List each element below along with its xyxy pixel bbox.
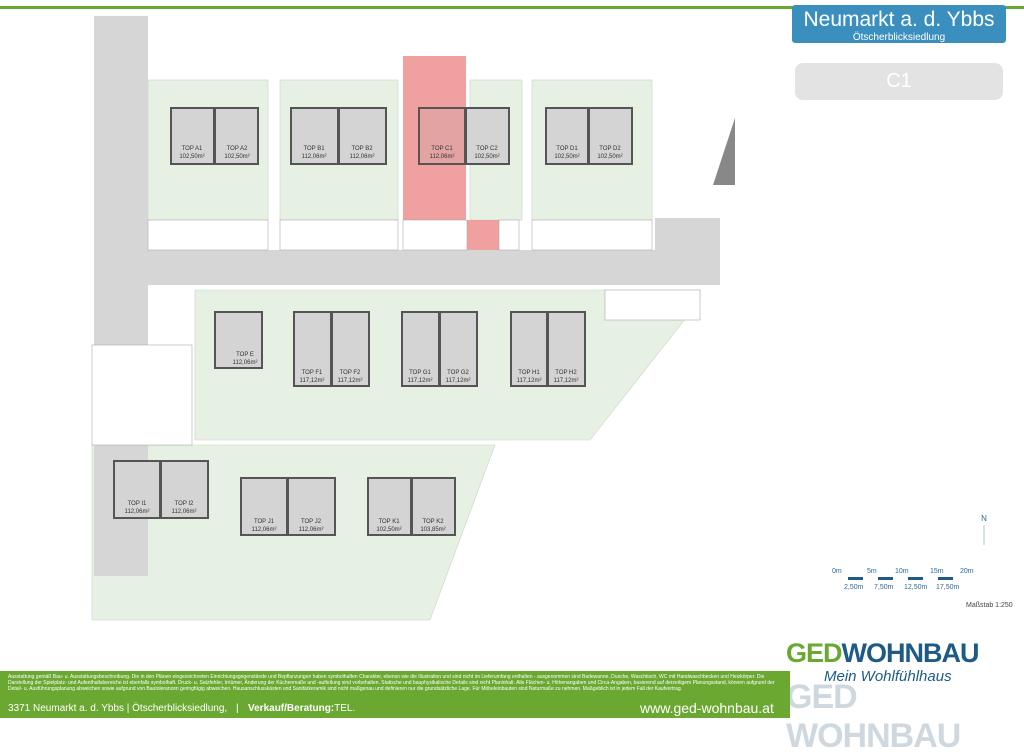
footer-phone: TEL. 0664/2668066 (334, 703, 399, 733)
unit-label: TOP I1 (128, 501, 147, 507)
unit-area: 112,06m² (350, 154, 375, 160)
neighbor-building (713, 118, 735, 185)
footer-address: 3371 Neumarkt a. d. Ybbs | Ötscherblicks… (8, 703, 228, 714)
scale-label: 0m (832, 568, 842, 575)
unit-area: 102,50m² (554, 154, 579, 160)
unit-area: 112,06m² (125, 509, 150, 515)
unit-label: TOP F1 (302, 370, 323, 376)
unit-area: 102,50m² (474, 154, 499, 160)
north-arrow-icon: N (981, 514, 987, 545)
footer-info: 3371 Neumarkt a. d. Ybbs | Ötscherblicks… (0, 699, 790, 733)
scale-label: 10m (895, 568, 909, 575)
unit-label: TOP D2 (599, 146, 621, 152)
unit-area: 102,50m² (597, 154, 622, 160)
unit-area: 117,12m² (554, 378, 579, 384)
brand-wohnbau: WOHNBAU (841, 638, 980, 668)
brand-name: GEDWOHNBAU (786, 638, 979, 669)
unit-label: TOP H1 (518, 370, 540, 376)
scale-label: 2,50m (844, 584, 864, 591)
unit-label: TOP G1 (409, 370, 431, 376)
unit-label: TOP A1 (182, 146, 203, 152)
unit-area: 117,12m² (408, 378, 433, 384)
unit-area: 112,06m² (299, 527, 324, 533)
unit-area: 112,06m² (172, 509, 197, 515)
north-label: N (981, 514, 987, 523)
footer-bar: Ausstattung gemäß Bau- u. Ausstattungsbe… (0, 671, 790, 733)
unit-label: TOP K1 (378, 519, 400, 525)
footer-disclaimer: Ausstattung gemäß Bau- u. Ausstattungsbe… (8, 674, 775, 692)
unit-label: TOP K2 (422, 519, 444, 525)
unit-area: 117,12m² (517, 378, 542, 384)
unit-area: 117,12m² (446, 378, 471, 384)
unit-label: TOP H2 (555, 370, 577, 376)
unit-label: TOP D1 (556, 146, 578, 152)
unit-area: 102,50m² (376, 527, 401, 533)
site-plan: TOP A1 102,50m² TOP A2 102,50m² TOP B1 1… (91, 16, 987, 621)
unit-label: TOP G2 (447, 370, 469, 376)
unit-area: 112,06m² (233, 360, 258, 366)
scale-label: 20m (960, 568, 974, 575)
unit-label: TOP J1 (254, 519, 275, 525)
scale-label: 5m (867, 568, 877, 575)
brand-logo: GED WOHNBAU GEDWOHNBAU Mein Wohlfühlhaus (772, 634, 1024, 755)
scale-label: 12,50m (904, 584, 928, 591)
footer-separator: | (236, 703, 239, 714)
brand-slogan: Mein Wohlfühlhaus (824, 668, 952, 685)
scale-ratio: Maßstab 1:250 (966, 602, 1013, 609)
unit-label: TOP B2 (351, 146, 373, 152)
scale-label: 15m (930, 568, 944, 575)
footer-url-link[interactable]: www.ged-wohnbau.at (640, 699, 774, 718)
unit-area: 102,50m² (224, 154, 249, 160)
unit-label: TOP F2 (340, 370, 361, 376)
unit-area: 112,06m² (302, 154, 327, 160)
unit-area: 102,50m² (179, 154, 204, 160)
highlight-parking-c1 (467, 220, 499, 252)
unit-label: TOP C2 (476, 146, 498, 152)
unit-area: 112,06m² (430, 154, 455, 160)
brand-ghost-text: GED WOHNBAU (786, 678, 961, 755)
unit-area: 117,12m² (338, 378, 363, 384)
unit-area: 112,06m² (252, 527, 277, 533)
unit-label: TOP E (236, 352, 254, 358)
unit-area: 103,85m² (420, 527, 445, 533)
unit-area: 117,12m² (300, 378, 325, 384)
unit-label: TOP B1 (303, 146, 325, 152)
brand-ged: GED (786, 638, 843, 668)
scale-label: 17,50m (936, 584, 960, 591)
unit-label: TOP J2 (301, 519, 322, 525)
scale-labels: 0m 5m 10m 15m 20m 2,50m 7,50m 12,50m 17,… (826, 566, 986, 606)
unit-label: TOP A2 (227, 146, 248, 152)
unit-label: TOP C1 (431, 146, 453, 152)
unit-label: TOP I2 (175, 501, 194, 507)
footer-contact-label: Verkauf/Beratung: (248, 703, 335, 714)
scale-label: 7,50m (874, 584, 894, 591)
footer-contact: Verkauf/Beratung: TEL. 0664/2668066 (248, 699, 398, 733)
